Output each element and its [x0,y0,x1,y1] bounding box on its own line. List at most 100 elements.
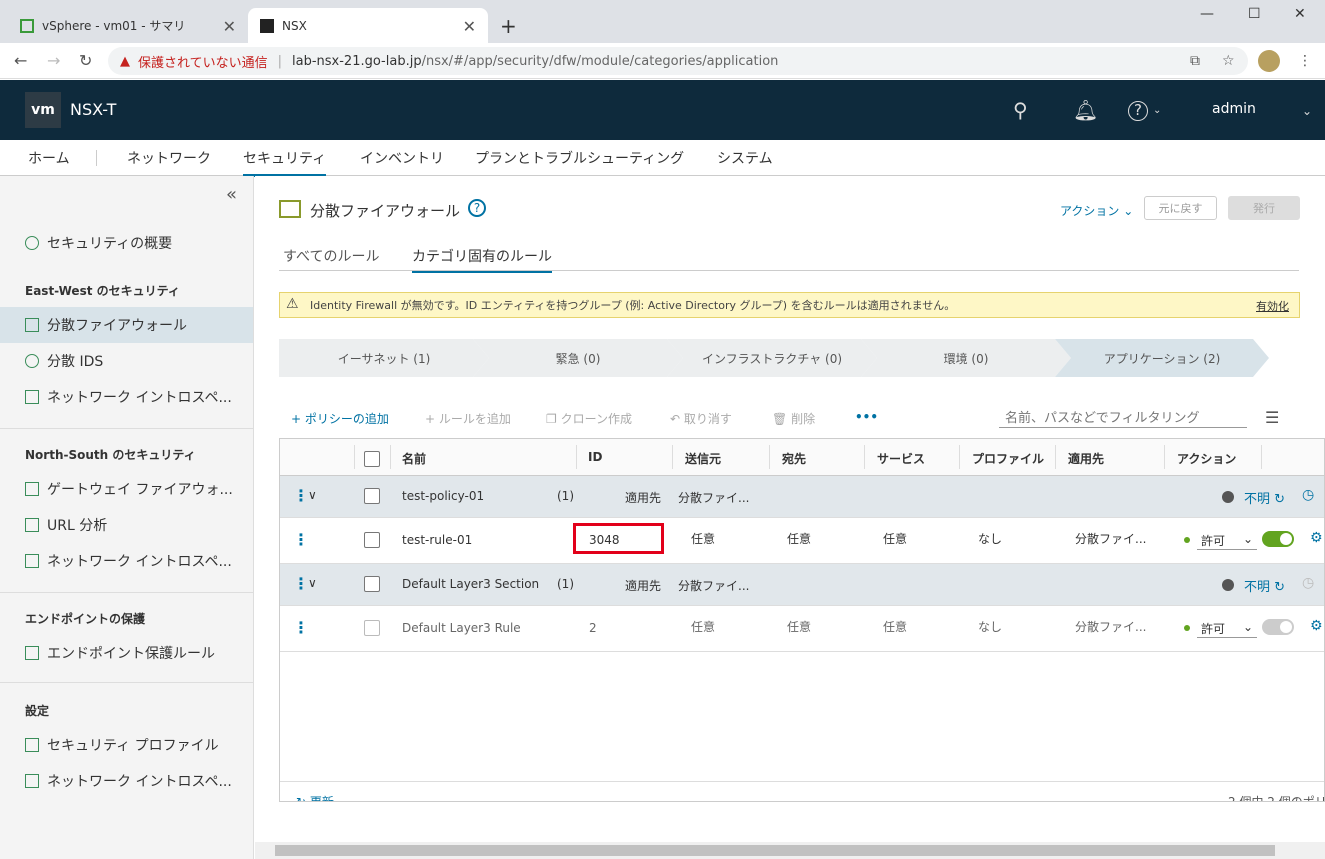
rule-destination[interactable]: 任意 [787,530,811,547]
row-checkbox[interactable] [364,576,380,592]
rule-source[interactable]: 任意 [691,530,715,547]
rule-service[interactable]: 任意 [883,618,907,635]
chevron-down-icon[interactable]: ⌄ [1302,104,1312,118]
sidebar-item-network-introspection-ew[interactable]: ネットワーク イントロスペ... [0,379,253,415]
tab-all-rules[interactable]: すべてのルール [283,246,379,266]
rule-source[interactable]: 任意 [691,618,715,635]
row-menu-icon[interactable]: ⋮ [293,486,309,505]
rule-service[interactable]: 任意 [883,530,907,547]
bookmark-star-icon[interactable]: ☆ [1222,53,1235,69]
category-infrastructure[interactable]: インフラストラクチャ (0) [667,339,877,377]
reload-icon[interactable]: ↻ [79,51,92,70]
user-menu[interactable]: admin [1212,101,1256,117]
rule-enable-toggle[interactable] [1262,531,1294,547]
close-window-icon[interactable]: ✕ [1294,6,1306,22]
col-profile[interactable]: プロファイル [972,450,1044,467]
rule-enable-toggle[interactable] [1262,619,1294,635]
action-select[interactable]: 許可 ⌄ [1197,530,1257,550]
notification-bell-icon[interactable]: 🔔︎ [1073,98,1098,122]
revert-button[interactable]: 元に戻す [1144,196,1217,220]
rule-profile[interactable]: なし [978,618,1002,635]
refresh-button[interactable]: ↻ 更新 [296,793,334,801]
rule-profile[interactable]: なし [978,530,1002,547]
col-destination[interactable]: 宛先 [782,450,806,467]
col-name[interactable]: 名前 [402,450,426,467]
new-tab-icon[interactable]: + [500,14,517,38]
col-source[interactable]: 送信元 [685,450,721,467]
action-select[interactable]: 許可 ⌄ [1197,618,1257,638]
col-action[interactable]: アクション [1177,450,1236,467]
policy-applied-to[interactable]: 分散ファイ... [678,489,749,506]
policy-applied-to[interactable]: 分散ファイ... [678,577,749,594]
row-checkbox[interactable] [364,488,380,504]
nav-plan-troubleshoot[interactable]: プランとトラブルシューティング [475,148,684,168]
maximize-icon[interactable]: ☐ [1248,6,1261,22]
sidebar-item-security-profiles[interactable]: セキュリティ プロファイル [0,727,253,763]
clone-button[interactable]: ❐ クローン作成 [546,410,632,427]
minimize-icon[interactable]: — [1200,6,1214,22]
close-tab-icon[interactable]: ✕ [223,17,236,36]
rule-applied-to[interactable]: 分散ファイ... [1075,530,1146,547]
category-environment[interactable]: 環境 (0) [861,339,1071,377]
collapse-sidebar-icon[interactable]: « [226,184,237,205]
filter-input[interactable]: 名前、パスなどでフィルタリング [999,404,1247,428]
forward-icon[interactable]: → [47,51,60,70]
row-menu-icon[interactable]: ⋮ [293,530,309,549]
policy-row[interactable]: ⋮ ∨ Default Layer3 Section (1) 適用先 分散ファイ… [280,564,1324,606]
category-ethernet[interactable]: イーサネット (1) [279,339,489,377]
sidebar-item-security-overview[interactable]: セキュリティの概要 [0,225,253,261]
sidebar-item-gateway-firewall[interactable]: ゲートウェイ ファイアウォ... [0,471,253,507]
close-tab-icon[interactable]: ✕ [463,17,476,36]
browser-tab-vsphere[interactable]: vSphere - vm01 - サマリ ✕ [8,8,248,43]
add-policy-button[interactable]: + ポリシーの追加 [291,410,389,427]
chevron-down-icon[interactable]: ⌄ [1153,105,1161,116]
horizontal-scrollbar[interactable] [255,842,1325,859]
row-checkbox[interactable] [364,532,380,548]
select-all-checkbox[interactable] [364,451,380,467]
col-service[interactable]: サービス [877,450,925,467]
col-applied-to[interactable]: 適用先 [1068,450,1104,467]
more-options-icon[interactable]: ••• [855,410,878,424]
nav-inventory[interactable]: インベントリ [360,148,444,168]
sidebar-item-network-introspection-settings[interactable]: ネットワーク イントロスペ... [0,763,253,799]
delete-button[interactable]: 🗑︎ 削除 [772,410,815,427]
help-icon[interactable]: ? [468,199,486,217]
publish-button[interactable]: 発行 [1228,196,1300,220]
browser-menu-icon[interactable]: ⋮ [1298,53,1312,69]
chevron-down-icon[interactable]: ∨ [308,576,317,590]
translate-icon[interactable]: ⧉ [1190,53,1200,69]
scrollbar-thumb[interactable] [275,845,1275,856]
refresh-icon[interactable]: ↻ [1274,492,1285,507]
back-icon[interactable]: ← [14,51,27,70]
sidebar-item-distributed-ids[interactable]: 分散 IDS [0,343,253,379]
enable-link[interactable]: 有効化 [1256,298,1289,314]
url-bar[interactable]: ▲ 保護されていない通信 | lab-nsx-21.go-lab.jp/nsx/… [108,47,1248,75]
filter-icon[interactable]: ☰ [1265,408,1279,427]
gear-icon[interactable]: ⚙ [1310,618,1323,634]
policy-status[interactable]: 不明 ↻ [1244,488,1285,507]
undo-button[interactable]: ↶ 取り消す [670,410,732,427]
actions-dropdown[interactable]: アクション ⌄ [1060,202,1133,219]
gear-icon[interactable]: ⚙ [1310,530,1323,546]
nav-home[interactable]: ホーム [28,148,70,168]
policy-status[interactable]: 不明 ↻ [1244,576,1285,595]
rule-row[interactable]: ⋮ Default Layer3 Rule 2 任意 任意 任意 なし 分散ファ… [280,606,1324,652]
sidebar-item-network-introspection-ns[interactable]: ネットワーク イントロスペ... [0,543,253,579]
help-icon[interactable]: ? [1128,101,1148,121]
rule-destination[interactable]: 任意 [787,618,811,635]
row-menu-icon[interactable]: ⋮ [293,618,309,637]
nav-system[interactable]: システム [717,148,773,168]
row-checkbox[interactable] [364,620,380,636]
refresh-icon[interactable]: ↻ [1274,580,1285,595]
rule-row[interactable]: ⋮ test-rule-01 3048 任意 任意 任意 なし 分散ファイ...… [280,518,1324,564]
row-menu-icon[interactable]: ⋮ [293,574,309,593]
category-emergency[interactable]: 緊急 (0) [473,339,683,377]
col-id[interactable]: ID [588,450,602,464]
browser-tab-nsx[interactable]: NSX ✕ [248,8,488,43]
chevron-down-icon[interactable]: ∨ [308,488,317,502]
nav-networking[interactable]: ネットワーク [127,148,211,168]
policy-row[interactable]: ⋮ ∨ test-policy-01 (1) 適用先 分散ファイ... 不明 ↻… [280,476,1324,518]
search-icon[interactable]: ⚲ [1013,98,1028,122]
tab-category-rules[interactable]: カテゴリ固有のルール [412,246,552,273]
history-icon[interactable]: ◷ [1302,575,1314,591]
